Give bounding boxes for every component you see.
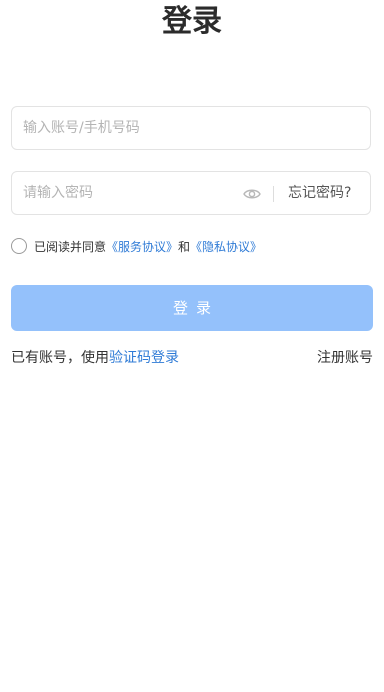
agreement-prefix: 已阅读并同意: [34, 239, 107, 254]
sms-login-prefix: 已有账号，使用: [11, 350, 109, 366]
account-field[interactable]: [11, 106, 371, 150]
service-agreement-link[interactable]: 《服务协议》: [106, 238, 178, 255]
login-button[interactable]: 登录: [11, 285, 373, 331]
register-link[interactable]: 注册账号: [317, 348, 373, 368]
password-input[interactable]: [12, 172, 243, 214]
forgot-password-link[interactable]: 忘记密码?: [288, 172, 351, 214]
sms-login-link[interactable]: 验证码登录: [109, 350, 179, 366]
page-title: 登录: [162, 4, 222, 39]
field-divider: [273, 186, 274, 202]
sms-login-row: 已有账号，使用验证码登录: [11, 348, 179, 368]
agreement-radio[interactable]: [11, 238, 27, 254]
account-input[interactable]: [12, 107, 363, 149]
agreement-row: 已阅读并同意 《服务协议》 和 《隐私协议》: [11, 236, 262, 256]
agreement-and: 和: [178, 239, 191, 254]
eye-icon[interactable]: [242, 184, 262, 204]
privacy-agreement-link[interactable]: 《隐私协议》: [190, 238, 262, 255]
password-field[interactable]: 忘记密码?: [11, 171, 371, 215]
